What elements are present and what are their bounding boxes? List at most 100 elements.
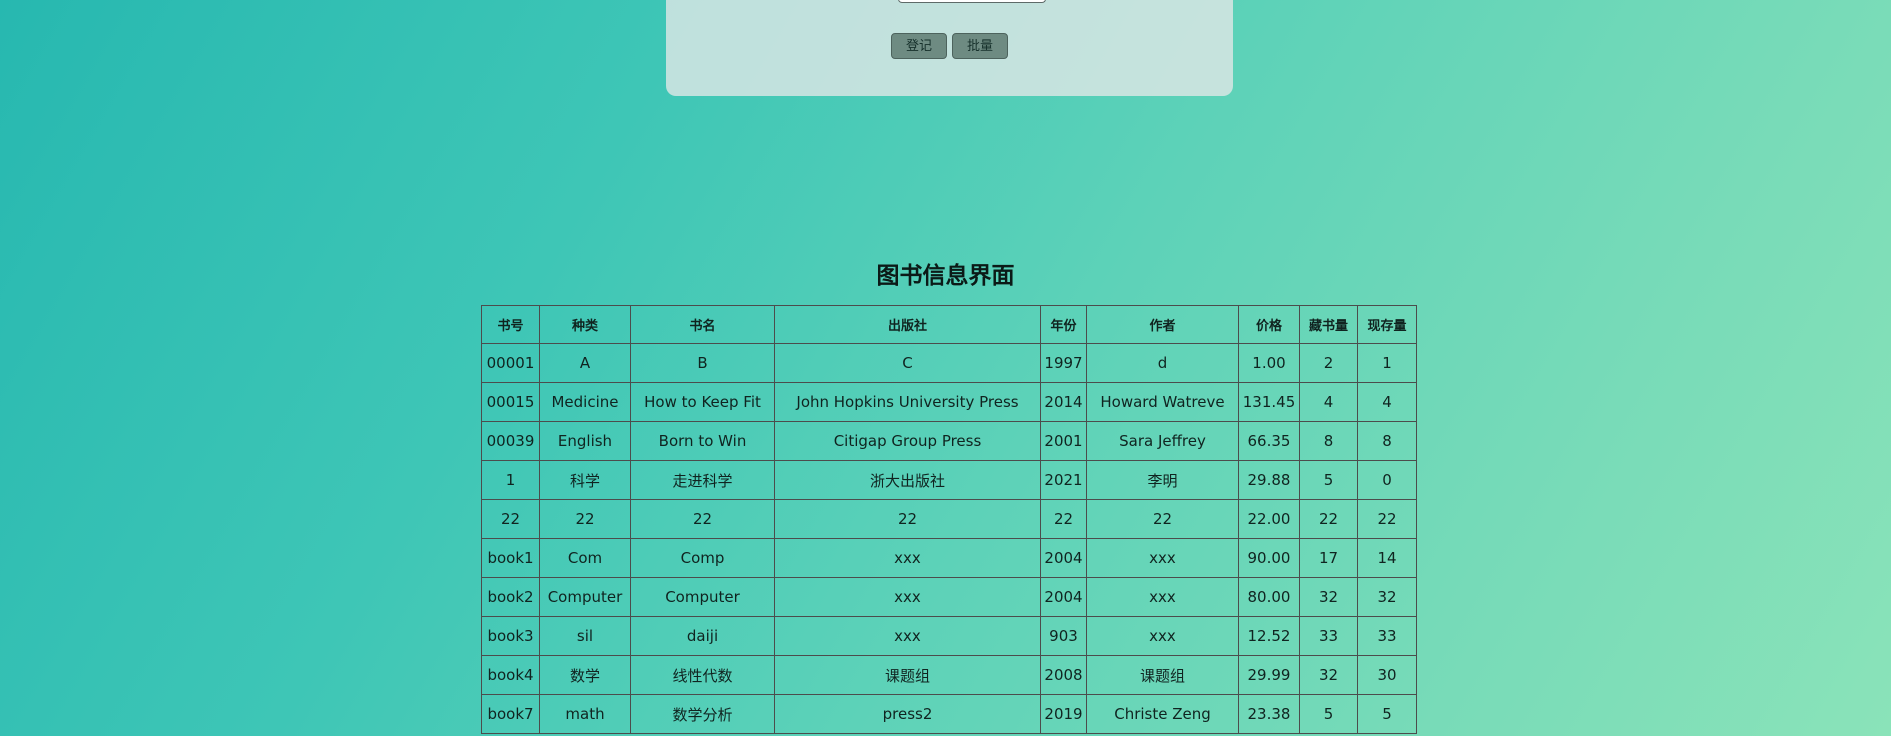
table-row: 00039 English Born to Win Citigap Group Pre…	[481, 421, 1417, 461]
cell-price: 90.00	[1238, 538, 1300, 578]
cell-total-stock: 32	[1299, 655, 1358, 695]
cell-title: 走进科学	[630, 460, 775, 500]
cell-category: Com	[539, 538, 631, 578]
header-total-stock: 藏书量	[1299, 305, 1358, 344]
cell-category: Computer	[539, 577, 631, 617]
cell-total-stock: 17	[1299, 538, 1358, 578]
cell-author: Sara Jeffrey	[1086, 421, 1239, 461]
cell-total-stock: 5	[1299, 694, 1358, 734]
cell-year: 2001	[1040, 421, 1087, 461]
cell-current-stock: 1	[1357, 343, 1417, 383]
header-year: 年份	[1040, 305, 1087, 344]
cell-total-stock: 8	[1299, 421, 1358, 461]
cell-publisher: xxx	[774, 577, 1041, 617]
table-row: book3 sil daiji xxx 903 xxx 12.52 33 33	[481, 616, 1417, 656]
header-price: 价格	[1238, 305, 1300, 344]
cell-price: 80.00	[1238, 577, 1300, 617]
header-publisher: 出版社	[774, 305, 1041, 344]
register-button[interactable]: 登记	[891, 33, 947, 59]
cell-current-stock: 22	[1357, 499, 1417, 539]
cell-author: xxx	[1086, 616, 1239, 656]
table-body: 00001 A B C 1997 d 1.00 2 1 00015 Medicine How to K…	[481, 343, 1417, 734]
cell-author: xxx	[1086, 577, 1239, 617]
cell-book-id: 00039	[481, 421, 540, 461]
page-title: 图书信息界面	[876, 263, 1015, 289]
cell-total-stock: 4	[1299, 382, 1358, 422]
cell-publisher: John Hopkins University Press	[774, 382, 1041, 422]
cell-publisher: Citigap Group Press	[774, 421, 1041, 461]
cell-price: 131.45	[1238, 382, 1300, 422]
cell-price: 1.00	[1238, 343, 1300, 383]
cell-publisher: press2	[774, 694, 1041, 734]
cell-current-stock: 30	[1357, 655, 1417, 695]
cell-title: How to Keep Fit	[630, 382, 775, 422]
cell-total-stock: 33	[1299, 616, 1358, 656]
header-category: 种类	[539, 305, 631, 344]
cell-price: 22.00	[1238, 499, 1300, 539]
cell-author: xxx	[1086, 538, 1239, 578]
table-row: book1 Com Comp xxx 2004 xxx 90.00 17 14	[481, 538, 1417, 578]
table-row: book2 Computer Computer xxx 2004 xxx 80.00 32 32	[481, 577, 1417, 617]
cell-price: 29.99	[1238, 655, 1300, 695]
cell-book-id: 1	[481, 460, 540, 500]
batch-button[interactable]: 批量	[952, 33, 1008, 59]
cell-year: 2019	[1040, 694, 1087, 734]
cell-year: 2004	[1040, 577, 1087, 617]
header-author: 作者	[1086, 305, 1239, 344]
cell-book-id: book3	[481, 616, 540, 656]
cell-title: 数学分析	[630, 694, 775, 734]
cell-author: d	[1086, 343, 1239, 383]
cell-total-stock: 22	[1299, 499, 1358, 539]
cell-title: daiji	[630, 616, 775, 656]
cell-current-stock: 5	[1357, 694, 1417, 734]
cell-current-stock: 8	[1357, 421, 1417, 461]
cell-book-id: book4	[481, 655, 540, 695]
header-title: 书名	[630, 305, 775, 344]
table-row: book7 math 数学分析 press2 2019 Christe Zeng 23.38…	[481, 694, 1417, 734]
cell-book-id: 00015	[481, 382, 540, 422]
cell-book-id: book2	[481, 577, 540, 617]
cell-category: English	[539, 421, 631, 461]
cell-title: 22	[630, 499, 775, 539]
table-row: book4 数学 线性代数 课题组 2008 课题组 29.99 32 30	[481, 655, 1417, 695]
table-row: 22 22 22 22 22 22 22.00 22 22	[481, 499, 1417, 539]
cell-year: 2008	[1040, 655, 1087, 695]
registration-form-panel: 登记 批量	[666, 0, 1233, 96]
cell-current-stock: 4	[1357, 382, 1417, 422]
cell-current-stock: 32	[1357, 577, 1417, 617]
cell-book-id: book1	[481, 538, 540, 578]
cell-total-stock: 5	[1299, 460, 1358, 500]
cell-year: 2014	[1040, 382, 1087, 422]
form-input[interactable]	[898, 0, 1046, 3]
cell-title: Computer	[630, 577, 775, 617]
table-row: 00001 A B C 1997 d 1.00 2 1	[481, 343, 1417, 383]
cell-price: 23.38	[1238, 694, 1300, 734]
cell-publisher: 22	[774, 499, 1041, 539]
cell-current-stock: 14	[1357, 538, 1417, 578]
cell-publisher: xxx	[774, 538, 1041, 578]
cell-category: 数学	[539, 655, 631, 695]
cell-title: B	[630, 343, 775, 383]
cell-author: 李明	[1086, 460, 1239, 500]
cell-author: 课题组	[1086, 655, 1239, 695]
table-header-row: 书号 种类 书名 出版社 年份 作者 价格 藏书量 现存量	[481, 305, 1417, 344]
cell-price: 66.35	[1238, 421, 1300, 461]
cell-category: 科学	[539, 460, 631, 500]
cell-book-id: 00001	[481, 343, 540, 383]
cell-current-stock: 33	[1357, 616, 1417, 656]
cell-category: sil	[539, 616, 631, 656]
book-info-table: 书号 种类 书名 出版社 年份 作者 价格 藏书量 现存量 00001 A B C 19…	[481, 305, 1417, 734]
cell-category: 22	[539, 499, 631, 539]
header-current-stock: 现存量	[1357, 305, 1417, 344]
cell-book-id: 22	[481, 499, 540, 539]
cell-price: 12.52	[1238, 616, 1300, 656]
cell-category: Medicine	[539, 382, 631, 422]
cell-year: 903	[1040, 616, 1087, 656]
cell-title: 线性代数	[630, 655, 775, 695]
cell-author: 22	[1086, 499, 1239, 539]
cell-year: 2021	[1040, 460, 1087, 500]
cell-category: A	[539, 343, 631, 383]
cell-total-stock: 2	[1299, 343, 1358, 383]
cell-author: Howard Watreve	[1086, 382, 1239, 422]
cell-publisher: 浙大出版社	[774, 460, 1041, 500]
